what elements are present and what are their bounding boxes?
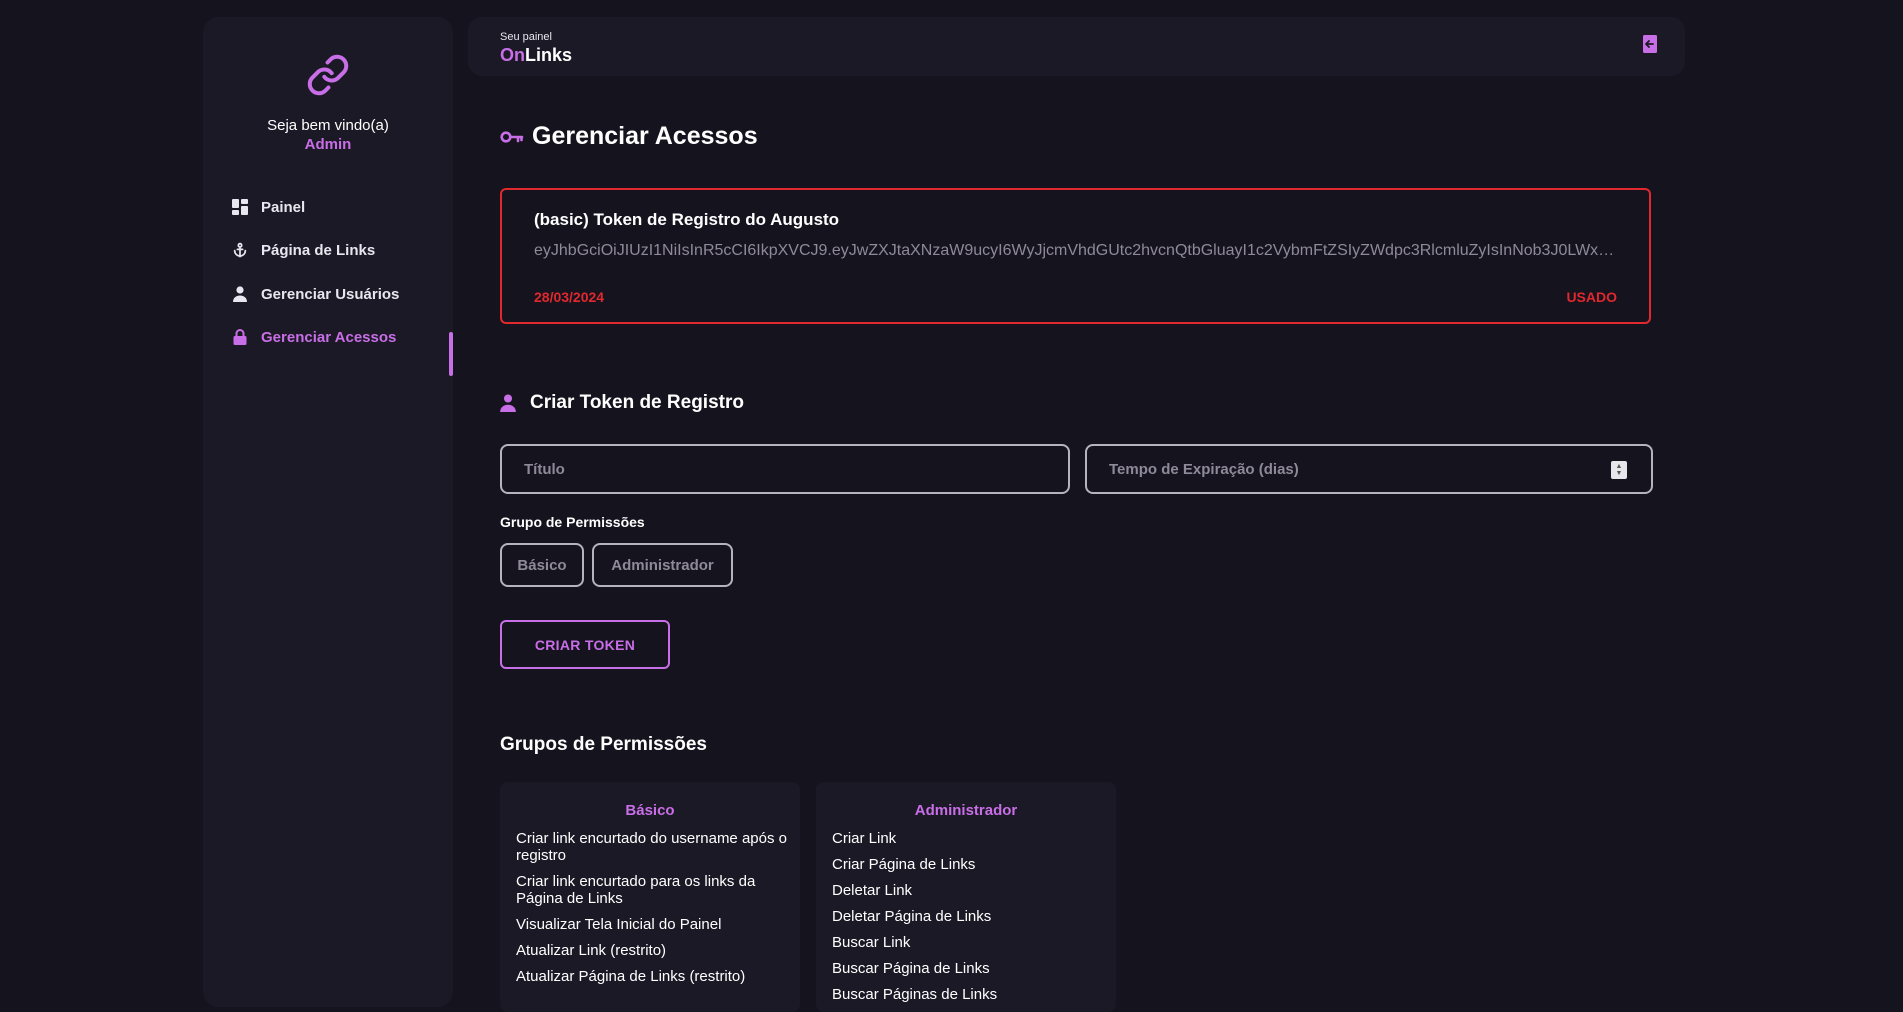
sidebar: Seja bem vindo(a) Admin Painel Página de… <box>203 17 453 1007</box>
page-title-text: Gerenciar Acessos <box>532 122 758 150</box>
brand-links: Links <box>525 45 573 65</box>
brand-logo[interactable]: OnLinks <box>500 45 572 66</box>
sidebar-item-label: Página de Links <box>261 241 376 259</box>
token-card[interactable]: (basic) Token de Registro do Augusto eyJ… <box>500 188 1651 324</box>
header-bar: Seu painel OnLinks <box>468 17 1685 76</box>
lock-icon <box>231 328 249 346</box>
group-title: Administrador <box>914 802 1018 819</box>
page-title: Gerenciar Acessos <box>500 122 758 151</box>
create-token-heading: Criar Token de Registro <box>500 392 744 414</box>
sidebar-item-access[interactable]: Gerenciar Acessos <box>231 322 453 352</box>
list-item: Criar Link <box>832 830 897 847</box>
list-item: Criar link encurtado para os links da Pá… <box>516 873 756 907</box>
header-subtitle: Seu painel <box>500 31 552 43</box>
brand-on: On <box>500 45 525 65</box>
expiration-days-input[interactable]: Tempo de Expiração (dias) ▲ ▼ <box>1085 444 1653 494</box>
sidebar-item-label: Gerenciar Acessos <box>261 328 397 346</box>
sidebar-item-links[interactable]: Página de Links <box>231 235 453 265</box>
permission-list: Criar Link Criar Página de Links Deletar… <box>832 830 1107 1012</box>
user-icon <box>231 285 249 303</box>
list-item: Deletar Link <box>832 882 913 899</box>
group-card-basic: Básico Criar link encurtado do username … <box>500 782 800 1012</box>
token-date: 28/03/2024 <box>534 289 605 305</box>
permission-chip-basic[interactable]: Básico <box>500 543 584 587</box>
spinner-down-icon[interactable]: ▼ <box>1616 470 1623 477</box>
permission-list: Criar link encurtado do username após o … <box>516 830 791 994</box>
list-item: Visualizar Tela Inicial do Painel <box>516 916 722 933</box>
create-token-button[interactable]: CRIAR TOKEN <box>500 620 670 669</box>
list-item: Buscar Página de Links <box>832 960 990 977</box>
sidebar-item-label: Painel <box>261 198 306 216</box>
group-card-admin: Administrador Criar Link Criar Página de… <box>816 782 1116 1012</box>
list-item: Deletar Página de Links <box>832 908 992 925</box>
token-status-badge: USADO <box>1566 289 1617 305</box>
list-item: Criar Página de Links <box>832 856 976 873</box>
list-item: Buscar Link <box>832 934 911 951</box>
title-input[interactable]: Título <box>500 444 1070 494</box>
token-value[interactable]: eyJhbGciOiJIUzI1NiIsInR5cCI6IkpXVCJ9.eyJ… <box>534 242 1622 260</box>
welcome-text: Seja bem vindo(a) <box>267 117 389 134</box>
permission-group-label: Grupo de Permissões <box>500 514 645 530</box>
token-title: (basic) Token de Registro do Augusto <box>534 210 840 229</box>
dashboard-icon <box>231 198 249 216</box>
permission-groups-heading: Grupos de Permissões <box>500 734 707 755</box>
sidebar-item-users[interactable]: Gerenciar Usuários <box>231 279 453 309</box>
sidebar-item-painel[interactable]: Painel <box>231 192 453 222</box>
key-icon <box>500 125 524 149</box>
user-name: Admin <box>304 136 352 153</box>
logout-icon[interactable] <box>1643 35 1657 53</box>
list-item: Buscar Páginas de Links <box>832 986 998 1003</box>
list-item: Criar link encurtado do username após o … <box>516 830 787 864</box>
list-item: Atualizar Link (restrito) <box>516 942 667 959</box>
spinner-up-icon[interactable]: ▲ <box>1616 463 1623 470</box>
anchor-icon <box>231 241 249 259</box>
create-token-heading-text: Criar Token de Registro <box>530 392 744 413</box>
list-item: Atualizar Página de Links (restrito) <box>516 968 746 985</box>
expiration-placeholder: Tempo de Expiração (dias) <box>1109 460 1299 478</box>
group-title: Básico <box>625 802 675 819</box>
sidebar-item-label: Gerenciar Usuários <box>261 285 400 303</box>
title-placeholder: Título <box>524 460 565 478</box>
permission-chip-admin[interactable]: Administrador <box>592 543 733 587</box>
user-icon <box>500 393 520 413</box>
number-spinner[interactable]: ▲ ▼ <box>1611 461 1627 479</box>
active-indicator <box>449 332 453 376</box>
link-logo-icon <box>306 53 350 97</box>
